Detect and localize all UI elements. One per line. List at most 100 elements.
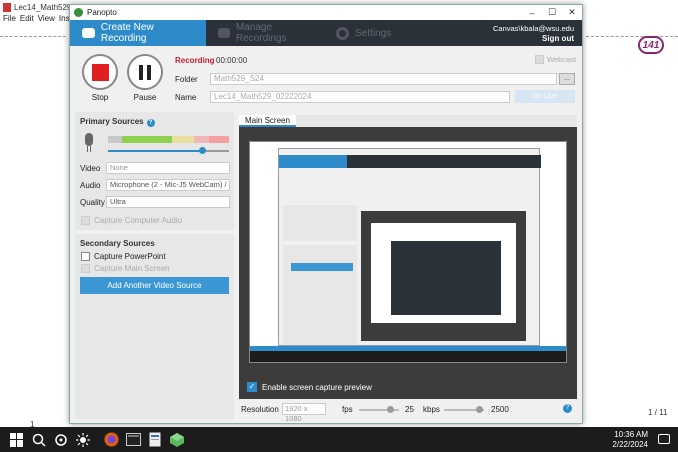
page-indicator: 1 / 11	[648, 408, 668, 417]
tab-create-label: Create New Recording	[100, 22, 154, 44]
fps-label: fps	[342, 405, 353, 414]
clock-date: 2/22/2024	[612, 440, 648, 449]
gear-icon	[336, 26, 349, 40]
screen-preview: ✓ Enable screen capture preview	[239, 127, 577, 399]
secondary-sources-panel: Secondary Sources Capture PowerPoint Cap…	[75, 234, 234, 419]
panopto-icon[interactable]	[166, 427, 188, 452]
recording-controls: Stop Pause Recording 00:00:00 Folder Mat…	[70, 46, 582, 112]
minimize-icon[interactable]: –	[522, 5, 542, 20]
audio-label: Audio	[80, 181, 101, 190]
volume-slider-knob[interactable]	[199, 147, 206, 154]
panopto-title-bar: Panopto – ☐ ✕	[70, 5, 582, 20]
primary-sources-title: Primary Sources	[80, 117, 144, 126]
enable-preview-checkbox[interactable]: ✓	[247, 382, 257, 392]
primary-sources-panel: Primary Sources? Video None Audio Microp…	[75, 112, 234, 230]
stop-button[interactable]	[82, 54, 118, 90]
stop-label: Stop	[91, 93, 109, 102]
capture-main-screen-label: Capture Main Screen	[94, 264, 170, 273]
pause-icon	[139, 64, 151, 80]
capture-powerpoint-label: Capture PowerPoint	[94, 252, 166, 261]
name-label: Name	[175, 93, 197, 102]
audio-select[interactable]: Microphone (2 - Mic-J5 WebCam) /	[106, 179, 230, 191]
video-camera-icon	[82, 28, 95, 38]
help-icon[interactable]: ?	[563, 404, 572, 413]
menu-edit[interactable]: Edit	[20, 14, 34, 24]
kbps-label: kbps	[423, 405, 440, 414]
capture-main-screen-checkbox[interactable]	[81, 264, 90, 273]
microphone-stand	[87, 146, 91, 152]
enable-preview-label: Enable screen capture preview	[262, 382, 372, 392]
maximize-icon[interactable]: ☐	[542, 5, 562, 20]
quality-select[interactable]: Ultra	[106, 196, 230, 208]
menu-file[interactable]: File	[3, 14, 16, 24]
folder-field[interactable]: Math529_S24	[210, 73, 557, 85]
name-field[interactable]: Lec14_Math529_02222024	[210, 91, 510, 103]
primary-sources-heading: Primary Sources?	[75, 112, 234, 132]
resolution-label: Resolution	[241, 405, 279, 414]
pause-button[interactable]	[127, 54, 163, 90]
recording-status: Recording	[175, 56, 215, 65]
enable-preview-option[interactable]: ✓ Enable screen capture preview	[247, 382, 372, 392]
kbps-value: 2500	[491, 405, 509, 414]
capture-powerpoint-option[interactable]: Capture PowerPoint	[81, 252, 166, 261]
capture-powerpoint-checkbox[interactable]	[81, 252, 90, 261]
volume-slider[interactable]	[108, 147, 229, 154]
brightness-icon[interactable]	[72, 427, 94, 452]
go-live-button[interactable]: Go Live	[515, 90, 575, 103]
webcast-option[interactable]: Webcast	[535, 55, 576, 64]
capture-computer-audio-option[interactable]: Capture Computer Audio	[81, 216, 182, 225]
add-video-source-button[interactable]: Add Another Video Source	[80, 277, 229, 294]
close-icon[interactable]: ✕	[562, 5, 582, 20]
tab-main-screen[interactable]: Main Screen	[239, 115, 296, 127]
document-icon[interactable]	[144, 427, 166, 452]
document-app-icon	[3, 2, 11, 12]
tab-manage-label: Manage Recordings	[235, 22, 287, 44]
capture-computer-audio-label: Capture Computer Audio	[94, 216, 183, 225]
webcast-label: Webcast	[547, 55, 577, 64]
kbps-slider[interactable]	[444, 406, 484, 413]
taskbar-clock[interactable]: 10:36 AM 2/22/2024	[612, 430, 648, 450]
tab-create-new-recording[interactable]: Create New Recording	[70, 20, 206, 46]
audio-level-meter	[108, 136, 229, 143]
resolution-bar: Resolution 1920 x 1080 fps 25 kbps 2500 …	[239, 401, 577, 423]
menu-view[interactable]: View	[38, 14, 55, 24]
preview-screenshot	[249, 141, 567, 363]
capture-main-screen-option[interactable]: Capture Main Screen	[81, 264, 170, 273]
search-icon[interactable]	[28, 427, 50, 452]
video-select[interactable]: None	[106, 162, 230, 174]
notification-icon[interactable]	[658, 434, 670, 444]
user-info: Canvas\kbala@wsu.edu Sign out	[493, 24, 574, 44]
tab-settings[interactable]: Settings	[324, 20, 403, 46]
cloud-icon[interactable]	[50, 427, 72, 452]
terminal-icon[interactable]	[122, 427, 144, 452]
resolution-select[interactable]: 1920 x 1080	[282, 403, 326, 423]
secondary-sources-heading: Secondary Sources	[80, 239, 155, 248]
webcast-checkbox[interactable]	[535, 55, 544, 64]
tab-manage-recordings[interactable]: Manage Recordings	[206, 20, 324, 46]
windows-start-icon[interactable]	[6, 427, 28, 452]
preview-panopto-window	[278, 148, 541, 346]
clock-time: 10:36 AM	[614, 430, 648, 439]
university-logo-icon: 141	[638, 36, 664, 54]
folder-label: Folder	[175, 75, 198, 84]
stop-icon	[91, 63, 109, 81]
fps-slider-knob[interactable]	[387, 406, 394, 413]
panopto-nav: Create New Recording Manage Recordings S…	[70, 20, 582, 46]
capture-computer-audio-checkbox[interactable]	[81, 216, 90, 225]
kbps-slider-knob[interactable]	[476, 406, 483, 413]
help-icon[interactable]: ?	[146, 119, 155, 127]
main-screen-tabbar: Main Screen	[239, 115, 577, 127]
quality-label: Quality	[80, 198, 105, 207]
pause-label: Pause	[133, 93, 157, 102]
panopto-window-title: Panopto	[87, 8, 117, 17]
firefox-icon[interactable]	[100, 427, 122, 452]
user-account: Canvas\kbala@wsu.edu	[493, 24, 574, 33]
document-margin-line	[586, 36, 678, 37]
sign-out-link[interactable]: Sign out	[542, 34, 574, 43]
fps-slider[interactable]	[359, 406, 399, 413]
recordings-icon	[218, 28, 230, 38]
panopto-logo-icon	[74, 8, 83, 17]
video-label: Video	[80, 164, 101, 173]
browse-folder-button[interactable]: ...	[559, 73, 575, 85]
tab-settings-label: Settings	[355, 27, 392, 39]
